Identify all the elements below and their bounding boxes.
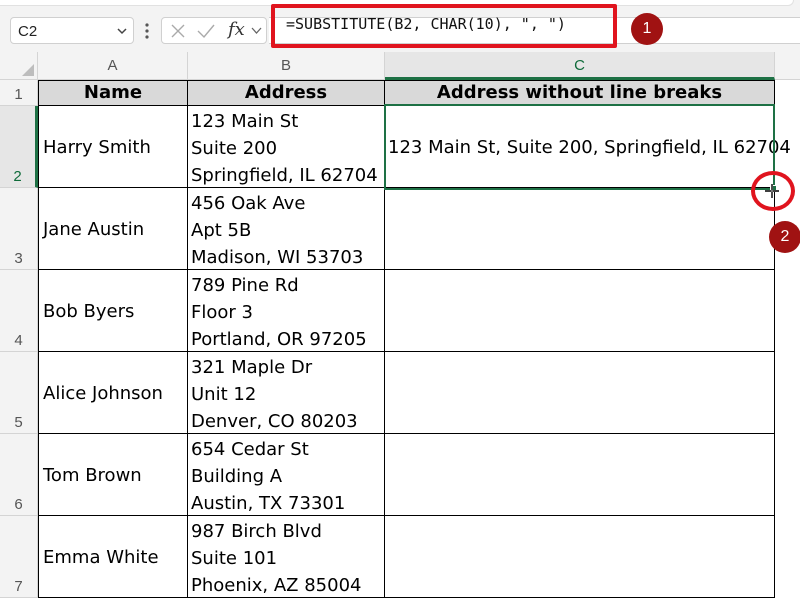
result-cell[interactable] [385,434,775,516]
address-cell[interactable]: 123 Main St Suite 200 Springfield, IL 6270… [188,106,385,188]
result-cell[interactable] [385,352,775,434]
step-badge-1: 1 [631,13,663,45]
column-header-c[interactable]: C [385,52,775,80]
name-box-ref: C2 [18,23,38,40]
name-cell[interactable]: Emma White [38,516,188,598]
row-header-2[interactable]: 2 [0,106,38,188]
formula-highlight-box [271,4,617,48]
column-header-b[interactable]: B [188,52,385,80]
cancel-icon[interactable] [169,22,187,40]
header-cell-result[interactable]: Address without line breaks [385,80,775,106]
more-options-icon[interactable] [143,22,151,40]
column-header-d[interactable] [775,52,800,80]
address-cell[interactable]: 654 Cedar St Building A Austin, TX 73301 [188,434,385,516]
row-header-5[interactable]: 5 [0,352,38,434]
chevron-down-icon[interactable] [251,26,262,36]
row-header-7[interactable]: 7 [0,516,38,598]
formula-buttons: fx [161,17,267,44]
row-header-6[interactable]: 6 [0,434,38,516]
name-cell[interactable]: Jane Austin [38,188,188,270]
chevron-down-icon[interactable] [116,25,128,37]
row-header-3[interactable]: 3 [0,188,38,270]
enter-check-icon[interactable] [196,22,216,40]
crosshair-cursor-icon [765,184,779,198]
column-header-a[interactable]: A [38,52,188,80]
address-cell[interactable]: 789 Pine Rd Floor 3 Portland, OR 97205 [188,270,385,352]
header-cell-address[interactable]: Address [188,80,385,106]
name-cell[interactable]: Bob Byers [38,270,188,352]
name-cell[interactable]: Alice Johnson [38,352,188,434]
name-box[interactable]: C2 [10,17,134,44]
step-badge-2: 2 [769,221,800,253]
active-cell-outline [384,104,775,190]
select-all-corner[interactable] [0,52,38,80]
result-cell[interactable] [385,188,775,270]
address-cell[interactable]: 987 Birch Blvd Suite 101 Phoenix, AZ 85004 [188,516,385,598]
insert-function-icon[interactable]: fx [228,19,245,40]
name-cell[interactable]: Harry Smith [38,106,188,188]
header-cell-name[interactable]: Name [38,80,188,106]
result-cell[interactable] [385,270,775,352]
name-cell[interactable]: Tom Brown [38,434,188,516]
address-cell[interactable]: 456 Oak Ave Apt 5B Madison, WI 53703 [188,188,385,270]
row-header-1[interactable]: 1 [0,80,38,106]
result-cell[interactable] [385,516,775,598]
address-cell[interactable]: 321 Maple Dr Unit 12 Denver, CO 80203 [188,352,385,434]
row-header-4[interactable]: 4 [0,270,38,352]
